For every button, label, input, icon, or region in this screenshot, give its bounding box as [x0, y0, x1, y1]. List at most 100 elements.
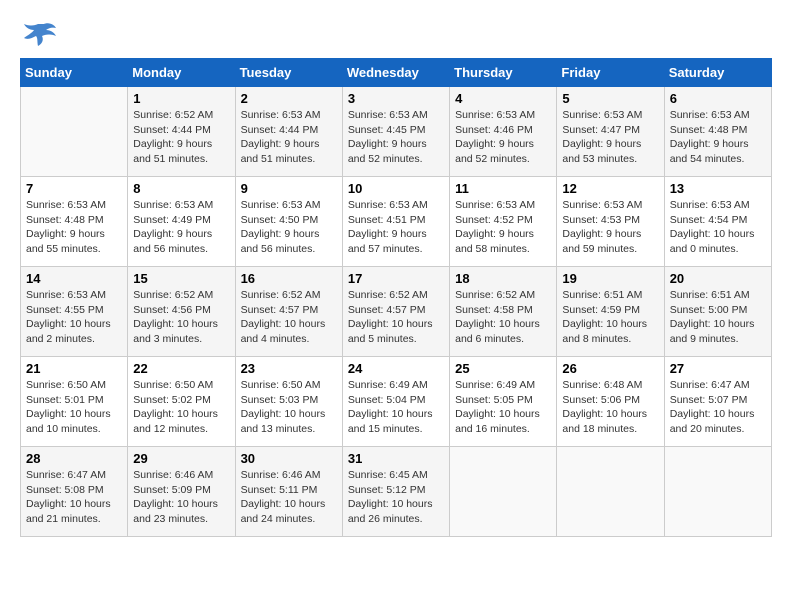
- calendar-cell: 31 Sunrise: 6:45 AMSunset: 5:12 PMDayligh…: [342, 447, 449, 537]
- calendar-cell: 17 Sunrise: 6:52 AMSunset: 4:57 PMDayligh…: [342, 267, 449, 357]
- day-info: Sunrise: 6:53 AMSunset: 4:51 PMDaylight:…: [348, 198, 444, 257]
- calendar-cell: 22 Sunrise: 6:50 AMSunset: 5:02 PMDayligh…: [128, 357, 235, 447]
- calendar-cell: 4 Sunrise: 6:53 AMSunset: 4:46 PMDaylight…: [450, 87, 557, 177]
- day-info: Sunrise: 6:53 AMSunset: 4:54 PMDaylight:…: [670, 198, 766, 257]
- day-info: Sunrise: 6:53 AMSunset: 4:47 PMDaylight:…: [562, 108, 658, 167]
- calendar-week-row: 14 Sunrise: 6:53 AMSunset: 4:55 PMDayligh…: [21, 267, 772, 357]
- calendar-cell: 28Sunrise: 6:47 AMSunset: 5:08 PMDayligh…: [21, 447, 128, 537]
- calendar-cell: 20 Sunrise: 6:51 AMSunset: 5:00 PMDayligh…: [664, 267, 771, 357]
- logo-bird-icon: [24, 20, 56, 48]
- day-number: 22: [133, 361, 229, 376]
- day-info: Sunrise: 6:52 AMSunset: 4:58 PMDaylight:…: [455, 288, 551, 347]
- column-header-thursday: Thursday: [450, 59, 557, 87]
- day-info: Sunrise: 6:53 AMSunset: 4:49 PMDaylight:…: [133, 198, 229, 257]
- day-info: Sunrise: 6:46 AMSunset: 5:11 PMDaylight:…: [241, 468, 337, 527]
- calendar-cell: 16 Sunrise: 6:52 AMSunset: 4:57 PMDayligh…: [235, 267, 342, 357]
- day-info: Sunrise: 6:51 AMSunset: 5:00 PMDaylight:…: [670, 288, 766, 347]
- day-number: 31: [348, 451, 444, 466]
- day-info: Sunrise: 6:48 AMSunset: 5:06 PMDaylight:…: [562, 378, 658, 437]
- calendar-cell: 18 Sunrise: 6:52 AMSunset: 4:58 PMDayligh…: [450, 267, 557, 357]
- calendar-cell: 21 Sunrise: 6:50 AMSunset: 5:01 PMDayligh…: [21, 357, 128, 447]
- day-number: 26: [562, 361, 658, 376]
- day-number: 5: [562, 91, 658, 106]
- logo: [20, 20, 56, 48]
- day-number: 1: [133, 91, 229, 106]
- calendar-cell: [557, 447, 664, 537]
- day-info: Sunrise: 6:53 AMSunset: 4:55 PMDaylight:…: [26, 288, 122, 347]
- calendar-week-row: 1 Sunrise: 6:52 AMSunset: 4:44 PMDaylight…: [21, 87, 772, 177]
- day-info: Sunrise: 6:50 AMSunset: 5:01 PMDaylight:…: [26, 378, 122, 437]
- day-number: 24: [348, 361, 444, 376]
- column-header-sunday: Sunday: [21, 59, 128, 87]
- column-header-monday: Monday: [128, 59, 235, 87]
- header: [20, 20, 772, 48]
- calendar-cell: 9 Sunrise: 6:53 AMSunset: 4:50 PMDaylight…: [235, 177, 342, 267]
- calendar-cell: 11 Sunrise: 6:53 AMSunset: 4:52 PMDayligh…: [450, 177, 557, 267]
- calendar-cell: 27Sunrise: 6:47 AMSunset: 5:07 PMDayligh…: [664, 357, 771, 447]
- day-number: 23: [241, 361, 337, 376]
- calendar-cell: [664, 447, 771, 537]
- day-info: Sunrise: 6:53 AMSunset: 4:50 PMDaylight:…: [241, 198, 337, 257]
- day-number: 20: [670, 271, 766, 286]
- day-number: 4: [455, 91, 551, 106]
- calendar-cell: 8 Sunrise: 6:53 AMSunset: 4:49 PMDaylight…: [128, 177, 235, 267]
- calendar-cell: 5 Sunrise: 6:53 AMSunset: 4:47 PMDaylight…: [557, 87, 664, 177]
- day-number: 30: [241, 451, 337, 466]
- day-info: Sunrise: 6:52 AMSunset: 4:57 PMDaylight:…: [241, 288, 337, 347]
- day-number: 14: [26, 271, 122, 286]
- calendar-cell: [450, 447, 557, 537]
- calendar-cell: 25 Sunrise: 6:49 AMSunset: 5:05 PMDayligh…: [450, 357, 557, 447]
- calendar-cell: 7Sunrise: 6:53 AMSunset: 4:48 PMDaylight…: [21, 177, 128, 267]
- day-number: 17: [348, 271, 444, 286]
- day-number: 8: [133, 181, 229, 196]
- day-number: 16: [241, 271, 337, 286]
- day-info: Sunrise: 6:52 AMSunset: 4:57 PMDaylight:…: [348, 288, 444, 347]
- calendar-week-row: 7Sunrise: 6:53 AMSunset: 4:48 PMDaylight…: [21, 177, 772, 267]
- day-number: 15: [133, 271, 229, 286]
- day-info: Sunrise: 6:50 AMSunset: 5:02 PMDaylight:…: [133, 378, 229, 437]
- day-info: Sunrise: 6:53 AMSunset: 4:48 PMDaylight:…: [670, 108, 766, 167]
- calendar-cell: 6 Sunrise: 6:53 AMSunset: 4:48 PMDaylight…: [664, 87, 771, 177]
- day-number: 29: [133, 451, 229, 466]
- day-number: 19: [562, 271, 658, 286]
- day-info: Sunrise: 6:53 AMSunset: 4:52 PMDaylight:…: [455, 198, 551, 257]
- column-header-saturday: Saturday: [664, 59, 771, 87]
- calendar-cell: 24 Sunrise: 6:49 AMSunset: 5:04 PMDayligh…: [342, 357, 449, 447]
- day-number: 28: [26, 451, 122, 466]
- day-number: 10: [348, 181, 444, 196]
- day-info: Sunrise: 6:50 AMSunset: 5:03 PMDaylight:…: [241, 378, 337, 437]
- calendar-cell: 1 Sunrise: 6:52 AMSunset: 4:44 PMDaylight…: [128, 87, 235, 177]
- day-info: Sunrise: 6:51 AMSunset: 4:59 PMDaylight:…: [562, 288, 658, 347]
- day-info: Sunrise: 6:53 AMSunset: 4:46 PMDaylight:…: [455, 108, 551, 167]
- day-number: 18: [455, 271, 551, 286]
- calendar-cell: 30 Sunrise: 6:46 AMSunset: 5:11 PMDayligh…: [235, 447, 342, 537]
- day-number: 9: [241, 181, 337, 196]
- day-number: 25: [455, 361, 551, 376]
- day-info: Sunrise: 6:49 AMSunset: 5:05 PMDaylight:…: [455, 378, 551, 437]
- day-number: 21: [26, 361, 122, 376]
- day-number: 6: [670, 91, 766, 106]
- calendar-cell: 12 Sunrise: 6:53 AMSunset: 4:53 PMDayligh…: [557, 177, 664, 267]
- day-info: Sunrise: 6:45 AMSunset: 5:12 PMDaylight:…: [348, 468, 444, 527]
- calendar-cell: 14 Sunrise: 6:53 AMSunset: 4:55 PMDayligh…: [21, 267, 128, 357]
- column-header-wednesday: Wednesday: [342, 59, 449, 87]
- day-info: Sunrise: 6:49 AMSunset: 5:04 PMDaylight:…: [348, 378, 444, 437]
- calendar-cell: 10 Sunrise: 6:53 AMSunset: 4:51 PMDayligh…: [342, 177, 449, 267]
- calendar-header-row: SundayMondayTuesdayWednesdayThursdayFrid…: [21, 59, 772, 87]
- day-number: 27: [670, 361, 766, 376]
- day-number: 12: [562, 181, 658, 196]
- calendar-cell: 29 Sunrise: 6:46 AMSunset: 5:09 PMDayligh…: [128, 447, 235, 537]
- calendar-week-row: 21 Sunrise: 6:50 AMSunset: 5:01 PMDayligh…: [21, 357, 772, 447]
- day-info: Sunrise: 6:53 AMSunset: 4:53 PMDaylight:…: [562, 198, 658, 257]
- calendar-cell: 2Sunrise: 6:53 AMSunset: 4:44 PMDaylight…: [235, 87, 342, 177]
- calendar-cell: 23 Sunrise: 6:50 AMSunset: 5:03 PMDayligh…: [235, 357, 342, 447]
- column-header-friday: Friday: [557, 59, 664, 87]
- day-number: 11: [455, 181, 551, 196]
- calendar-cell: 19 Sunrise: 6:51 AMSunset: 4:59 PMDayligh…: [557, 267, 664, 357]
- day-info: Sunrise: 6:46 AMSunset: 5:09 PMDaylight:…: [133, 468, 229, 527]
- day-info: Sunrise: 6:52 AMSunset: 4:44 PMDaylight:…: [133, 108, 229, 167]
- calendar-week-row: 28Sunrise: 6:47 AMSunset: 5:08 PMDayligh…: [21, 447, 772, 537]
- day-number: 3: [348, 91, 444, 106]
- calendar-cell: 3Sunrise: 6:53 AMSunset: 4:45 PMDaylight…: [342, 87, 449, 177]
- column-header-tuesday: Tuesday: [235, 59, 342, 87]
